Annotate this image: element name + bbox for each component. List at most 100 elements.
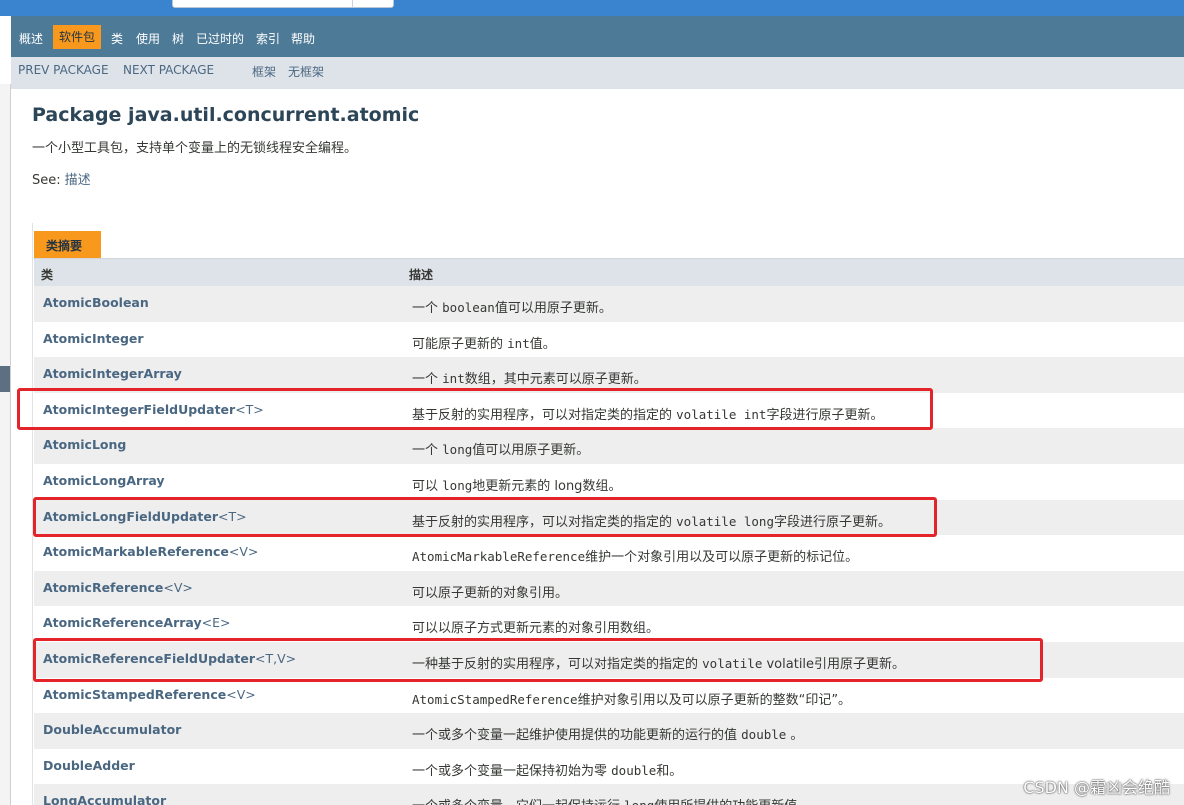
package-description: 一个小型工具包，支持单个变量上的无锁线程安全编程。	[32, 141, 358, 156]
description-text: 可以	[412, 478, 443, 494]
class-description: AtomicStampedReference维护对象引用以及可以原子更新的整数“…	[412, 689, 851, 708]
description-text: 一个或多个变量一起保持初始为零	[412, 763, 612, 779]
frame-scroll-marker[interactable]	[0, 366, 10, 392]
class-summary-header: 类 描述	[34, 258, 1184, 286]
description-text: 一个	[412, 372, 443, 388]
description-code: int	[507, 335, 530, 351]
table-row: AtomicInteger 可能原子更新的 int值。	[34, 322, 1184, 358]
nav-deprecated[interactable]: 已过时的	[196, 28, 244, 50]
main-content: Package java.util.concurrent.atomic 一个小型…	[11, 89, 1184, 805]
table-row: AtomicLongArray 可以 long地更新元素的 long数组。	[34, 464, 1184, 500]
class-description: 一个或多个变量一起保持初始为零 double和。	[412, 760, 682, 779]
class-description: 可以 long地更新元素的 long数组。	[412, 475, 621, 494]
class-link[interactable]: AtomicMarkableReference<V>	[43, 544, 258, 559]
next-package-link[interactable]: NEXT PACKAGE	[123, 63, 214, 77]
nav-class[interactable]: 类	[111, 28, 123, 50]
description-text-tail: 值可以用原子更新。	[494, 301, 612, 316]
table-row: AtomicBoolean 一个 boolean值可以用原子更新。	[34, 286, 1184, 322]
description-text: 一个	[412, 443, 443, 459]
description-text: 可以以原子方式更新元素的对象引用数组。	[412, 621, 660, 637]
class-link[interactable]: DoubleAccumulator	[43, 722, 181, 737]
description-code: long	[624, 798, 654, 805]
description-text: 可能原子更新的	[412, 336, 508, 352]
class-name: AtomicIntegerArray	[43, 366, 182, 382]
browser-search-divider	[352, 0, 353, 7]
table-row: DoubleAdder 一个或多个变量一起保持初始为零 double和。	[34, 749, 1184, 785]
class-description: 一个 boolean值可以用原子更新。	[412, 297, 612, 316]
description-text: 一个或多个变量一起维护使用提供的功能更新的运行的值	[412, 728, 742, 744]
class-link[interactable]: AtomicBoolean	[43, 295, 149, 310]
column-header-description: 描述	[409, 268, 434, 282]
column-header-class: 类	[41, 268, 54, 282]
nav-index[interactable]: 索引	[256, 28, 280, 50]
browser-search-input[interactable]	[172, 0, 394, 8]
nav-tree[interactable]: 树	[172, 28, 184, 50]
class-link[interactable]: AtomicInteger	[43, 331, 144, 346]
nav-package[interactable]: 软件包	[53, 25, 102, 49]
description-text-tail: 使用所提供的功能更新值。	[654, 799, 810, 805]
class-name: AtomicBoolean	[43, 295, 149, 310]
table-row: DoubleAccumulator 一个或多个变量一起维护使用提供的功能更新的运行…	[34, 713, 1184, 749]
description-text-tail: 值可以用原子更新。	[472, 443, 590, 459]
class-name: AtomicLong	[43, 437, 127, 453]
class-name: DoubleAdder	[43, 757, 135, 773]
nav-help[interactable]: 帮助	[291, 28, 315, 50]
class-link[interactable]: AtomicIntegerArray	[43, 366, 182, 381]
see-label: See:	[32, 173, 61, 188]
description-code: double	[741, 727, 787, 743]
highlight-box-integer-field-updater	[17, 388, 933, 430]
description-text-tail: 值。	[529, 336, 556, 352]
type-parameter: <V>	[228, 544, 259, 560]
class-link[interactable]: LongAccumulator	[43, 793, 166, 805]
table-row: AtomicLong 一个 long值可以用原子更新。	[34, 428, 1184, 464]
description-text-tail: 。	[786, 728, 804, 744]
class-link[interactable]: AtomicLongArray	[43, 473, 165, 488]
class-description: AtomicMarkableReference维护一个对象引用以及可以原子更新的…	[412, 546, 858, 565]
description-text-tail: 维护一个对象引用以及可以原子更新的标记位。	[585, 550, 859, 566]
type-parameter: <E>	[201, 615, 231, 631]
description-text: 一个或多个变量，它们一起保持运行	[412, 799, 624, 805]
highlight-box-reference-field-updater	[33, 638, 1043, 682]
class-link[interactable]: AtomicReference<V>	[43, 580, 193, 595]
class-link[interactable]: AtomicReferenceArray<E>	[43, 615, 230, 630]
description-text-tail: 和。	[656, 763, 683, 779]
class-name: AtomicMarkableReference	[43, 544, 229, 560]
frames-link[interactable]: 框架	[252, 63, 276, 80]
description-code: double	[611, 762, 657, 778]
class-name: LongAccumulator	[43, 793, 167, 805]
table-row: AtomicMarkableReference<V> AtomicMarkable…	[34, 535, 1184, 571]
no-frames-link[interactable]: 无框架	[288, 63, 324, 80]
see-line: See: 描述	[32, 169, 91, 188]
class-description: 一个或多个变量一起维护使用提供的功能更新的运行的值 double 。	[412, 724, 803, 743]
class-description: 一个或多个变量，它们一起保持运行 long使用所提供的功能更新值。	[412, 795, 810, 805]
see-description-link[interactable]: 描述	[65, 173, 91, 188]
type-parameter: <V>	[163, 579, 193, 595]
class-description: 可以以原子方式更新元素的对象引用数组。	[412, 617, 659, 636]
class-name: AtomicReference	[43, 579, 164, 595]
left-frame-strip	[0, 84, 11, 805]
nav-overview[interactable]: 概述	[19, 28, 43, 50]
prev-package-link[interactable]: PREV PACKAGE	[18, 63, 109, 77]
highlight-box-long-field-updater	[33, 497, 937, 537]
nav-use[interactable]: 使用	[136, 28, 160, 50]
description-text: 一个	[412, 301, 443, 316]
class-name: DoubleAccumulator	[43, 722, 182, 738]
description-code: long	[442, 477, 473, 493]
class-name: AtomicReferenceArray	[43, 615, 202, 631]
class-description: 一个 int数组，其中元素可以原子更新。	[412, 368, 647, 387]
description-text-tail: 地更新元素的 long数组。	[472, 478, 622, 494]
description-code: int	[442, 371, 465, 387]
class-summary-caption: 类摘要	[34, 231, 101, 258]
class-name: AtomicLongArray	[43, 472, 165, 488]
sub-nav-bar: PREV PACKAGE NEXT PACKAGE 框架 无框架	[11, 57, 1184, 89]
description-code: long	[442, 442, 473, 458]
table-row: AtomicReference<V> 可以原子更新的对象引用。	[34, 570, 1184, 607]
type-parameter: <V>	[226, 686, 256, 702]
table-row: AtomicStampedReference<V> AtomicStampedRe…	[34, 678, 1184, 714]
class-description: 可能原子更新的 int值。	[412, 333, 556, 352]
class-name: AtomicInteger	[43, 330, 144, 346]
class-link[interactable]: DoubleAdder	[43, 758, 135, 773]
class-summary-table: AtomicBoolean 一个 boolean值可以用原子更新。 AtomicIn…	[34, 286, 1184, 805]
class-link[interactable]: AtomicStampedReference<V>	[43, 687, 256, 702]
class-link[interactable]: AtomicLong	[43, 437, 126, 452]
